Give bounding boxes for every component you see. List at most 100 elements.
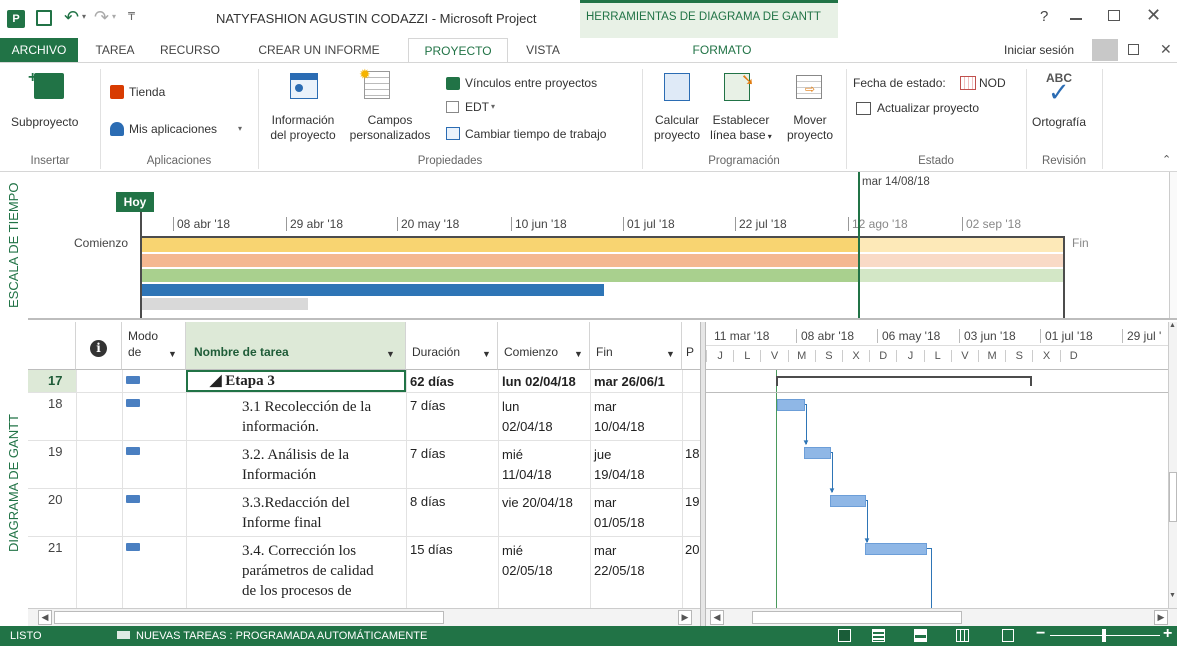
scroll-left-icon[interactable]: ◀ — [710, 610, 724, 625]
finish-cell[interactable]: jue 19/04/18 — [594, 445, 645, 485]
predecessors-cell[interactable]: 19 — [685, 493, 699, 510]
timeline[interactable]: Hoy 08 abr '18 29 abr '18 20 may '18 10 … — [28, 172, 1177, 320]
gantt-chart[interactable]: 11 mar '18 08 abr '18 06 may '18 03 jun … — [706, 322, 1168, 608]
close-button[interactable]: ✕ — [1146, 5, 1161, 26]
chevron-down-icon[interactable]: ▼ — [168, 349, 177, 359]
timeline-bar-green-future[interactable] — [860, 269, 1063, 282]
scroll-right-icon[interactable]: ▶ — [678, 610, 692, 625]
table-row[interactable]: 17 ◢ Etapa 3 62 días lun 02/04/18 mar 26… — [28, 370, 700, 392]
tab-archivo[interactable]: ARCHIVO — [0, 38, 78, 62]
task-name-cell[interactable]: ◢ Etapa 3 — [186, 370, 406, 392]
timeline-bar-orange[interactable] — [142, 254, 860, 267]
duration-cell[interactable]: 15 días — [410, 541, 453, 558]
zoom-out-icon[interactable]: − — [1036, 625, 1045, 643]
predecessors-header[interactable]: P — [682, 322, 700, 370]
task-name-cell[interactable]: 3.4. Corrección los parámetros de calidad… — [242, 541, 374, 601]
change-working-time-button[interactable]: Cambiar tiempo de trabajo — [465, 127, 606, 141]
task-mode-header[interactable]: Modo de ▼ — [122, 322, 186, 370]
scroll-thumb[interactable] — [1169, 472, 1177, 522]
undo-dropdown-icon[interactable]: ▾ — [82, 12, 86, 21]
table-row[interactable]: 18 3.1 Recolección de la información. 7 d… — [28, 393, 700, 440]
gantt-vertical-scrollbar[interactable]: ▲ ▼ — [1168, 322, 1177, 608]
row-id[interactable]: 21 — [28, 537, 76, 556]
scroll-left-icon[interactable]: ◀ — [38, 610, 52, 625]
wbs-button[interactable]: EDT — [465, 100, 489, 114]
close-document-icon[interactable]: ✕ — [1160, 41, 1172, 58]
finish-cell[interactable]: mar 10/04/18 — [594, 397, 645, 437]
gantt-view-icon[interactable] — [838, 629, 851, 642]
grid-horizontal-scrollbar[interactable]: ◀ ▶ — [28, 608, 700, 626]
report-view-icon[interactable] — [1002, 629, 1014, 642]
tab-crear-informe[interactable]: CREAR UN INFORME — [240, 38, 398, 62]
zoom-slider-thumb[interactable] — [1102, 629, 1106, 642]
start-header[interactable]: Comienzo ▼ — [498, 322, 590, 370]
status-date-value[interactable]: NOD — [979, 76, 1006, 90]
chart-horizontal-scrollbar[interactable]: ◀ ▶ — [706, 608, 1177, 626]
task-bar[interactable] — [865, 543, 927, 555]
team-planner-view-icon[interactable] — [914, 629, 927, 642]
chevron-down-icon[interactable]: ▼ — [574, 349, 583, 359]
my-apps-button[interactable]: Mis aplicaciones — [129, 122, 217, 136]
task-name-cell[interactable]: 3.1 Recolección de la información. — [242, 397, 371, 437]
chevron-down-icon[interactable]: ▼ — [482, 349, 491, 359]
chevron-down-icon[interactable]: ▼ — [666, 349, 675, 359]
start-cell[interactable]: lun 02/04/18 — [502, 397, 553, 437]
subproject-button[interactable]: Subproyecto — [11, 115, 78, 129]
scroll-up-icon[interactable]: ▲ — [1169, 322, 1177, 334]
task-name-header[interactable]: Nombre de tarea ▼ — [186, 322, 406, 370]
chevron-down-icon[interactable]: ▼ — [386, 349, 395, 359]
customize-toolbar-icon[interactable]: ₸ — [128, 10, 135, 23]
tab-vista[interactable]: VISTA — [512, 38, 574, 62]
predecessors-cell[interactable]: 18 — [685, 445, 699, 462]
redo-icon[interactable]: ↷ — [94, 7, 109, 28]
custom-fields-button[interactable]: Campos personalizados — [338, 113, 442, 143]
finish-cell[interactable]: mar 01/05/18 — [594, 493, 645, 533]
collapse-ribbon-icon[interactable]: ⌃ — [1162, 153, 1171, 166]
indicators-header[interactable]: i — [76, 322, 122, 370]
move-project-button[interactable]: Mover proyecto — [780, 113, 840, 143]
set-baseline-button[interactable]: Establecer línea base ▾ — [704, 113, 778, 144]
status-date-calendar-icon[interactable] — [960, 76, 976, 90]
scroll-thumb[interactable] — [54, 611, 444, 624]
start-cell[interactable]: vie 20/04/18 — [502, 493, 573, 513]
scroll-right-icon[interactable]: ▶ — [1154, 610, 1168, 625]
start-cell[interactable]: mié 11/04/18 — [502, 445, 552, 485]
redo-dropdown-icon[interactable]: ▾ — [112, 12, 116, 21]
chevron-down-icon[interactable]: ▾ — [766, 132, 772, 141]
row-id[interactable]: 18 — [28, 393, 76, 412]
tab-proyecto[interactable]: PROYECTO — [408, 38, 508, 63]
row-header-corner[interactable] — [28, 322, 76, 370]
row-id[interactable]: 17 — [28, 370, 76, 392]
row-id[interactable]: 20 — [28, 489, 76, 508]
task-bar[interactable] — [830, 495, 866, 507]
duration-cell[interactable]: 62 días — [410, 373, 454, 390]
task-name-cell[interactable]: 3.2. Análisis de la Información — [242, 445, 349, 485]
timeline-bar-gray[interactable] — [142, 298, 308, 310]
calculate-project-button[interactable]: Calcular proyecto — [648, 113, 706, 143]
task-bar[interactable] — [777, 399, 805, 411]
task-usage-view-icon[interactable] — [872, 629, 885, 642]
scroll-down-icon[interactable]: ▼ — [1169, 592, 1177, 604]
timeline-bar-blue[interactable] — [142, 284, 604, 296]
tab-tarea[interactable]: TAREA — [84, 38, 146, 62]
finish-header[interactable]: Fin ▼ — [590, 322, 682, 370]
ribbon-display-icon[interactable] — [1128, 44, 1139, 55]
summary-bar[interactable] — [776, 376, 1032, 378]
store-button[interactable]: Tienda — [129, 85, 165, 99]
finish-cell[interactable]: mar 26/06/1 — [594, 373, 682, 390]
duration-header[interactable]: Duración ▼ — [406, 322, 498, 370]
timeline-bar-yellow-future[interactable] — [860, 238, 1063, 252]
undo-icon[interactable]: ↶ — [64, 7, 79, 28]
start-cell[interactable]: mié 02/05/18 — [502, 541, 553, 581]
task-bar[interactable] — [804, 447, 831, 459]
minimize-button[interactable] — [1070, 18, 1082, 20]
duration-cell[interactable]: 8 días — [410, 493, 445, 510]
links-between-projects-button[interactable]: Vínculos entre proyectos — [465, 76, 597, 90]
help-button[interactable]: ? — [1040, 8, 1048, 25]
chevron-down-icon[interactable]: ▾ — [491, 102, 495, 111]
signin-link[interactable]: Iniciar sesión — [1004, 43, 1074, 57]
save-icon[interactable] — [36, 10, 52, 26]
timeline-bar-green[interactable] — [142, 269, 860, 282]
finish-cell[interactable]: mar 22/05/18 — [594, 541, 645, 581]
predecessors-cell[interactable]: 20 — [685, 541, 699, 558]
